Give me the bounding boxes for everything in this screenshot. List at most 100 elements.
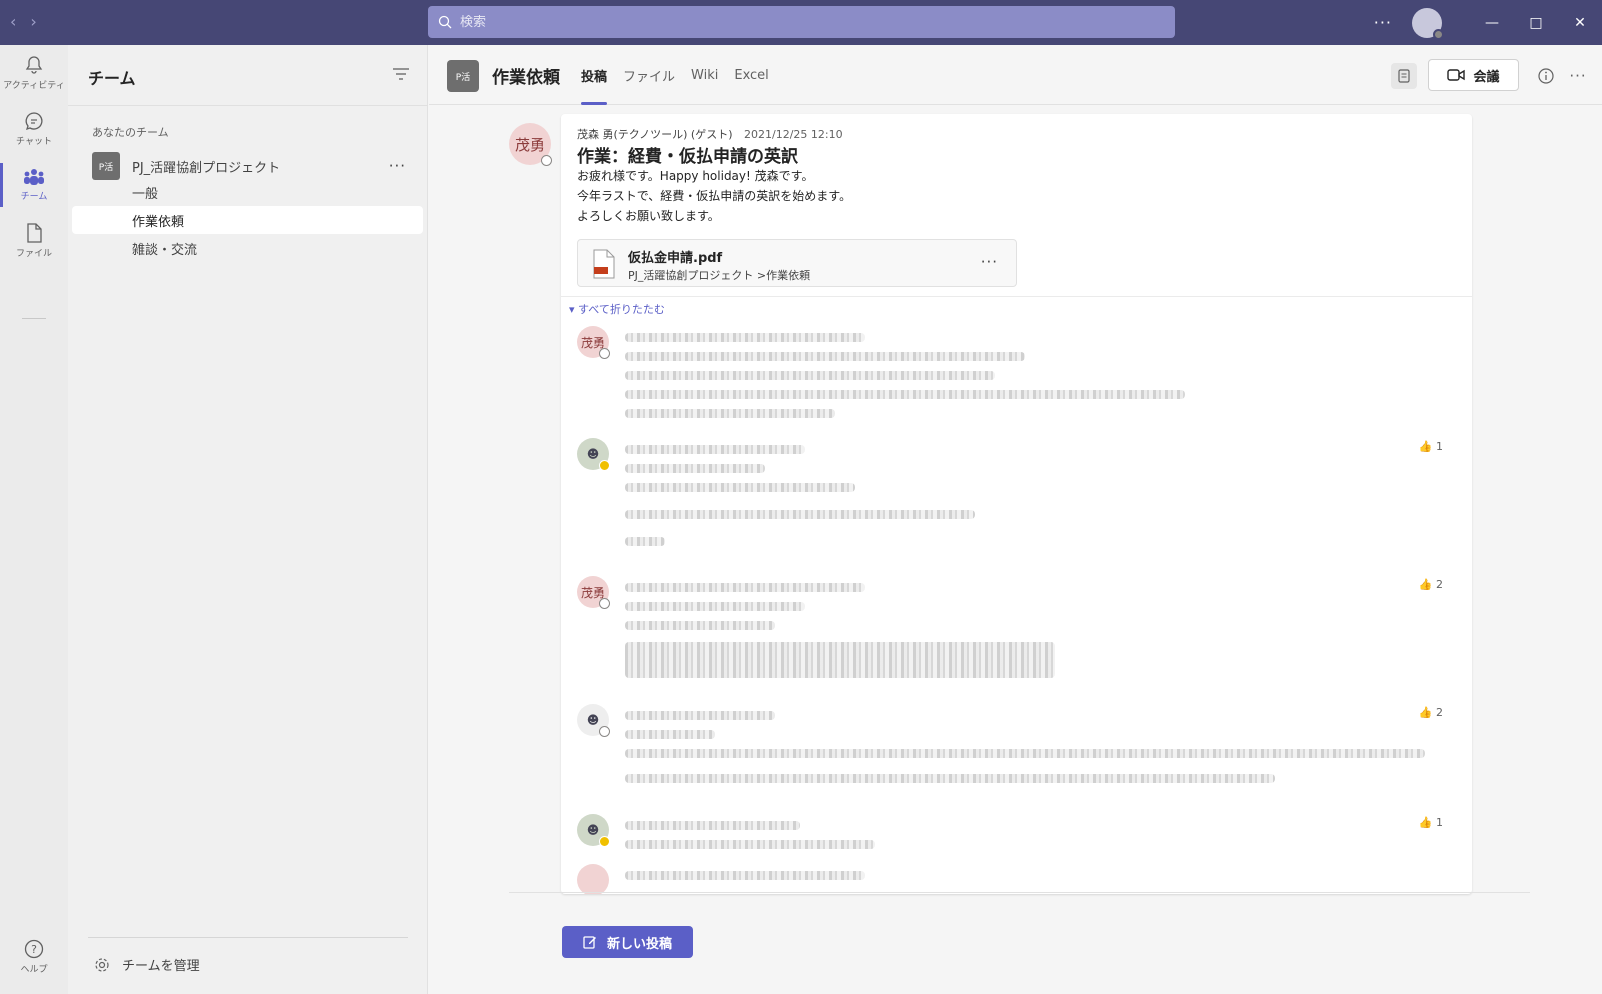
team-item[interactable]: P活 PJ_活躍協創プロジェクト ··· <box>92 151 412 181</box>
help-icon: ? <box>24 939 44 959</box>
title-bar: ‹ › ··· — □ ✕ <box>0 0 1602 45</box>
reaction-number: 2 <box>1436 578 1443 591</box>
replies-divider <box>561 296 1472 297</box>
post-body: お疲れ様です。Happy holiday! 茂森です。 今年ラストで、経費・仮払… <box>577 166 851 226</box>
channel-item-general[interactable]: 一般 <box>72 178 423 206</box>
presence-status <box>599 598 610 609</box>
section-label: あなたのチーム <box>92 126 169 139</box>
filter-icon[interactable] <box>392 67 410 81</box>
info-icon[interactable] <box>1533 63 1559 89</box>
reply-content-obscured <box>625 440 1425 556</box>
presence-status <box>599 726 610 737</box>
more-options-icon[interactable]: ··· <box>1374 13 1392 32</box>
rail-item-teams[interactable]: チーム <box>0 157 68 213</box>
channel-item-chat[interactable]: 雑談・交流 <box>72 234 423 262</box>
bell-icon <box>25 56 43 74</box>
attachment-card[interactable]: 仮払金申請.pdf PJ_活躍協創プロジェクト >作業依頼 ··· <box>577 239 1017 287</box>
new-post-button[interactable]: 新しい投稿 <box>562 926 693 958</box>
reaction-number: 2 <box>1436 706 1443 719</box>
collapse-all-link[interactable]: ▾ すべて折りたたむ <box>569 301 665 317</box>
reply-content-obscured <box>625 328 1425 428</box>
presence-status <box>599 348 610 359</box>
attachment-name: 仮払金申請.pdf <box>628 251 723 266</box>
forward-arrow-icon[interactable]: › <box>30 12 36 31</box>
profile-avatar[interactable] <box>1412 7 1444 40</box>
presence-status <box>599 836 610 847</box>
post-meta: 茂森 勇(テクノツール) (ゲスト) 2021/12/25 12:10 <box>577 126 843 142</box>
attachment-more-icon[interactable]: ··· <box>981 253 998 271</box>
avatar[interactable]: 茂勇 <box>509 123 552 166</box>
post-title: 作業：経費・仮払申請の英訳 <box>577 147 798 167</box>
file-icon <box>27 223 42 243</box>
avatar[interactable]: 茂勇 <box>577 326 610 359</box>
sidebar-bottom-divider <box>88 937 408 938</box>
post-body-line: よろしくお願い致します。 <box>577 209 720 223</box>
team-name: PJ_活躍協創プロジェクト <box>132 160 281 176</box>
channel-more-icon[interactable]: ··· <box>1565 63 1591 89</box>
post-timestamp: 2021/12/25 12:10 <box>744 128 843 141</box>
avatar[interactable]: ☻ <box>577 704 610 737</box>
reaction-number: 1 <box>1436 816 1443 829</box>
pdf-file-icon <box>593 249 615 279</box>
presence-status <box>541 155 552 166</box>
svg-text:?: ? <box>31 943 37 956</box>
presence-status <box>599 460 610 471</box>
close-button[interactable]: ✕ <box>1558 0 1602 45</box>
channel-item-requests[interactable]: 作業依頼 <box>72 206 423 234</box>
user-photo-icon: ☻ <box>586 823 600 837</box>
user-photo-icon: ☻ <box>586 447 600 461</box>
sidebar-divider <box>68 105 428 106</box>
back-arrow-icon[interactable]: ‹ <box>10 12 16 31</box>
attachment-path: PJ_活躍協創プロジェクト >作業依頼 <box>628 269 811 282</box>
search-input[interactable] <box>460 14 1140 30</box>
minimize-button[interactable]: — <box>1470 0 1514 45</box>
avatar[interactable]: ☻ <box>577 814 610 847</box>
avatar[interactable] <box>577 864 609 894</box>
rail-item-chat[interactable]: チャット <box>0 101 68 157</box>
team-avatar: P活 <box>92 152 120 180</box>
history-nav: ‹ › <box>10 12 37 31</box>
rail-divider <box>22 318 46 319</box>
title-bar-controls: ··· — □ ✕ <box>1374 0 1602 45</box>
rail-item-activity[interactable]: アクティビティ <box>0 45 68 101</box>
rail-label: ヘルプ <box>20 965 48 975</box>
rail-label: チャット <box>16 137 52 147</box>
compose-divider <box>509 892 1530 893</box>
manage-team-label: チームを管理 <box>122 959 200 974</box>
rail-label: ファイル <box>15 249 52 259</box>
post-author: 茂森 勇(テクノツール) (ゲスト) <box>577 128 733 141</box>
rail-label: アクティビティ <box>3 81 65 91</box>
channel-team-avatar: P活 <box>447 60 479 92</box>
teams-sidebar: チーム あなたのチーム P活 PJ_活躍協創プロジェクト ··· 一般 作業依頼… <box>68 45 428 994</box>
collapse-all-label: すべて折りたたむ <box>578 303 665 316</box>
search-box[interactable] <box>428 6 1175 38</box>
gear-icon <box>95 957 109 972</box>
channel-tabs: 投稿 ファイル Wiki Excel <box>581 45 769 105</box>
manage-team-button[interactable]: チームを管理 <box>94 955 200 974</box>
meet-button[interactable]: 会議 <box>1428 59 1519 91</box>
rail-label: チーム <box>20 192 48 202</box>
video-camera-icon <box>1447 69 1466 81</box>
meeting-notes-icon[interactable] <box>1391 63 1417 89</box>
presence-status <box>1433 28 1444 40</box>
tab-posts[interactable]: 投稿 <box>581 45 608 105</box>
sidebar-title: チーム <box>88 69 136 88</box>
rail-item-files[interactable]: ファイル <box>0 213 68 269</box>
tab-files[interactable]: ファイル <box>623 45 675 105</box>
user-photo-icon: ☻ <box>586 713 600 727</box>
avatar-initials: 茂勇 <box>514 135 545 154</box>
teams-icon <box>24 169 44 185</box>
reply-content-obscured <box>625 866 1425 890</box>
maximize-button[interactable]: □ <box>1514 0 1558 45</box>
reply-content-obscured <box>625 578 1425 688</box>
chevron-down-icon: ▾ <box>569 303 575 316</box>
avatar[interactable]: ☻ <box>577 438 610 471</box>
tab-wiki[interactable]: Wiki <box>691 45 718 105</box>
avatar[interactable]: 茂勇 <box>577 576 610 609</box>
reply-content-obscured <box>625 816 1425 859</box>
team-more-icon[interactable]: ··· <box>389 157 406 175</box>
chat-icon <box>25 112 43 131</box>
tab-excel[interactable]: Excel <box>734 45 768 105</box>
post-body-line: お疲れ様です。Happy holiday! 茂森です。 <box>577 169 814 183</box>
rail-item-help[interactable]: ? ヘルプ <box>0 929 68 985</box>
